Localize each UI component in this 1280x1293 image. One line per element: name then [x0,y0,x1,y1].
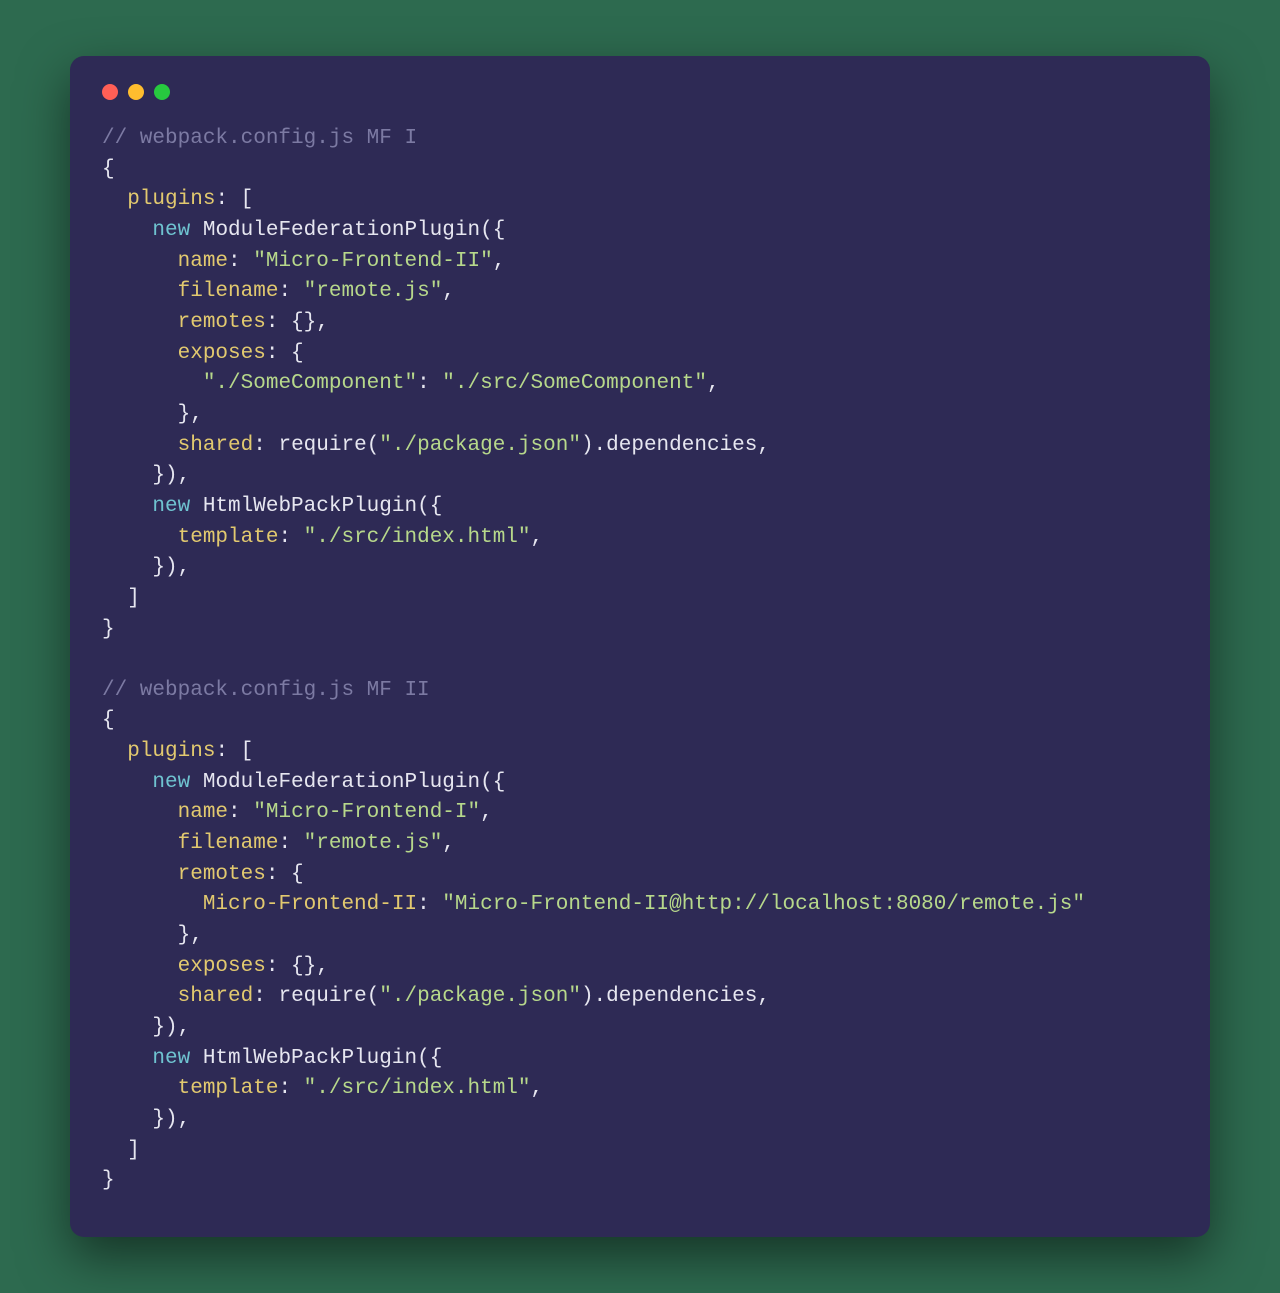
key-name: name [178,250,228,273]
comment-line: // webpack.config.js MF II [102,679,430,702]
punct: ) [581,985,594,1008]
punct: : {}, [266,311,329,334]
key-filename: filename [178,280,279,303]
key-name: name [178,801,228,824]
punct: : [278,832,303,855]
punct: ( [367,434,380,457]
str-template: "./src/index.html" [304,526,531,549]
key-shared: shared [178,434,254,457]
punct: : [253,985,278,1008]
bracket: ] [127,1139,140,1162]
punct: ) [581,434,594,457]
punct: , [442,280,455,303]
bracket: ] [127,587,140,610]
key-exposes: exposes [178,342,266,365]
punct: ({ [480,771,505,794]
brace: { [102,709,115,732]
str-filename: "remote.js" [304,832,443,855]
punct: : [278,280,303,303]
punct: , [442,832,455,855]
punct: ({ [417,1047,442,1070]
punct: , [757,434,770,457]
minimize-icon[interactable] [128,84,144,100]
punct: , [707,372,720,395]
str-template: "./src/index.html" [304,1077,531,1100]
close-icon[interactable] [102,84,118,100]
punct: ({ [417,495,442,518]
brace: } [102,1169,115,1192]
brace: }), [152,556,190,579]
ident-hwp: HtmlWebPackPlugin [203,495,417,518]
punct: , [757,985,770,1008]
str-name: "Micro-Frontend-I" [253,801,480,824]
key-plugins: plugins [127,188,215,211]
key-remotes: remotes [178,311,266,334]
punct: , [493,250,506,273]
brace: } [102,618,115,641]
punct: : [ [215,740,253,763]
punct: : [ [215,188,253,211]
brace: }, [178,924,203,947]
key-template: template [178,526,279,549]
remote-entry-key: Micro-Frontend-II [203,893,417,916]
punct: : [417,893,442,916]
str-require-arg: "./package.json" [379,985,581,1008]
key-plugins: plugins [127,740,215,763]
str-require-arg: "./package.json" [379,434,581,457]
key-exposes: exposes [178,955,266,978]
brace: { [102,158,115,181]
brace: }), [152,1016,190,1039]
punct: : {}, [266,955,329,978]
brace: }), [152,1108,190,1131]
expose-key: "./SomeComponent" [203,372,417,395]
punct: , [531,1077,544,1100]
ident-mfp: ModuleFederationPlugin [203,771,480,794]
key-filename: filename [178,832,279,855]
kw-new: new [152,495,190,518]
expose-val: "./src/SomeComponent" [442,372,707,395]
punct: : [417,372,442,395]
ident-deps: .dependencies [594,985,758,1008]
brace: }), [152,464,190,487]
code-block: // webpack.config.js MF I { plugins: [ n… [102,124,1178,1197]
ident-mfp: ModuleFederationPlugin [203,219,480,242]
punct: , [531,526,544,549]
maximize-icon[interactable] [154,84,170,100]
punct: : [228,801,253,824]
punct: ( [367,985,380,1008]
fn-require: require [278,434,366,457]
punct: , [480,801,493,824]
str-filename: "remote.js" [304,280,443,303]
ident-deps: .dependencies [594,434,758,457]
window-titlebar [102,84,1178,124]
code-window: // webpack.config.js MF I { plugins: [ n… [70,56,1210,1237]
str-name: "Micro-Frontend-II" [253,250,492,273]
punct: : [228,250,253,273]
key-template: template [178,1077,279,1100]
punct: : { [266,863,304,886]
key-remotes: remotes [178,863,266,886]
key-shared: shared [178,985,254,1008]
punct: : [253,434,278,457]
punct: : { [266,342,304,365]
ident-hwp: HtmlWebPackPlugin [203,1047,417,1070]
remote-entry-val: "Micro-Frontend-II@http://localhost:8080… [442,893,1085,916]
brace: }, [178,403,203,426]
kw-new: new [152,771,190,794]
comment-line: // webpack.config.js MF I [102,127,417,150]
fn-require: require [278,985,366,1008]
punct: : [278,1077,303,1100]
kw-new: new [152,1047,190,1070]
page-background: // webpack.config.js MF I { plugins: [ n… [0,0,1280,1293]
punct: : [278,526,303,549]
punct: ({ [480,219,505,242]
kw-new: new [152,219,190,242]
